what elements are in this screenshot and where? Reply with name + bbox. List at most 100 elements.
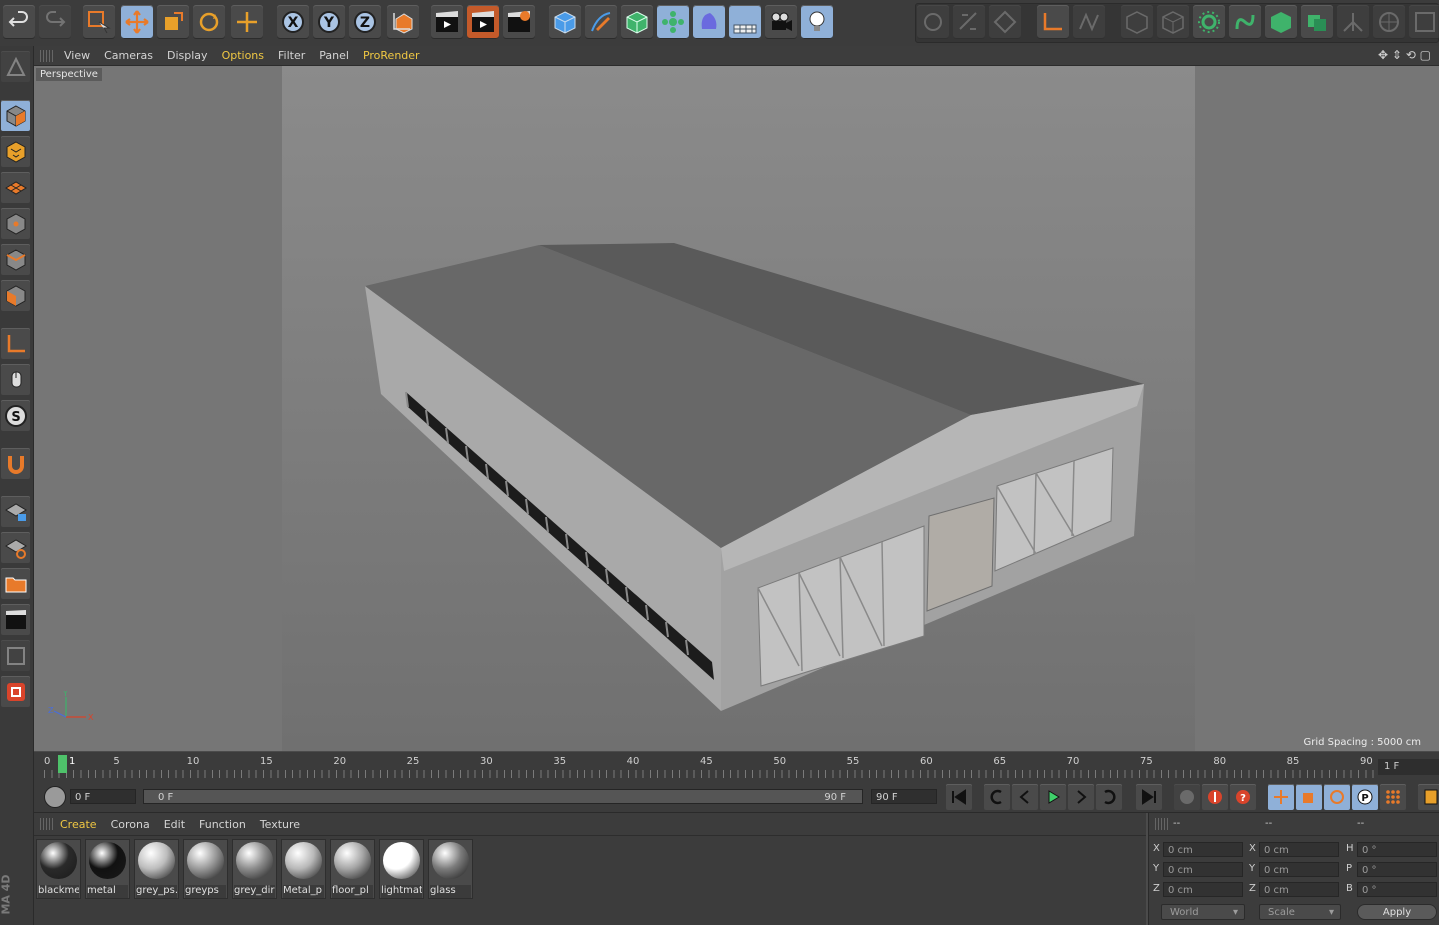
polygon-mode-icon[interactable] — [1121, 5, 1153, 39]
menu-create[interactable]: Create — [60, 818, 97, 831]
array-icon[interactable] — [657, 5, 689, 39]
coord-value-field[interactable]: 0 ° — [1357, 862, 1437, 877]
menu-view[interactable]: View — [64, 49, 90, 62]
frame-range-slider[interactable]: 0 F 90 F — [143, 789, 863, 804]
next-frame-icon[interactable] — [1068, 784, 1094, 810]
object-mode-icon[interactable] — [1, 100, 30, 131]
key-scale-icon[interactable] — [1296, 784, 1322, 810]
lathe-icon[interactable] — [1301, 5, 1333, 39]
keyframe-selection-icon[interactable]: ? — [1230, 784, 1256, 810]
autokey-icon[interactable] — [1202, 784, 1228, 810]
coord-value-field[interactable]: 0 ° — [1357, 842, 1437, 857]
timeline-ruler[interactable]: 1 1 F 0 5 10 15 20 25 30 35 40 45 50 55 60 65 70 75 80 85… — [34, 752, 1439, 782]
apply-button[interactable]: Apply — [1357, 904, 1437, 920]
material-swatch[interactable]: grey_ps. — [134, 839, 179, 899]
render-view-icon[interactable] — [431, 5, 463, 39]
edges-mode-icon[interactable] — [1, 244, 30, 275]
render-picture-viewer-icon[interactable] — [467, 5, 499, 39]
deformer-icon[interactable] — [693, 5, 725, 39]
material-swatch[interactable]: greyps — [183, 839, 228, 899]
key-point-level-icon[interactable] — [1380, 784, 1406, 810]
camera-icon[interactable] — [765, 5, 797, 39]
previous-key-icon[interactable] — [984, 784, 1010, 810]
coordinate-mode-dropdown[interactable]: World ▾ — [1161, 904, 1245, 920]
subdivision-icon[interactable] — [621, 5, 653, 39]
menu-filter[interactable]: Filter — [278, 49, 305, 62]
tweak-icon[interactable] — [1073, 5, 1105, 39]
layout-icon[interactable] — [1409, 5, 1439, 39]
points-mode-icon[interactable] — [1, 208, 30, 239]
cube-icon[interactable] — [549, 5, 581, 39]
light-icon[interactable] — [801, 5, 833, 39]
material-swatch[interactable]: glass — [428, 839, 473, 899]
go-to-start-icon[interactable] — [946, 784, 972, 810]
menu-cameras[interactable]: Cameras — [104, 49, 153, 62]
menu-display[interactable]: Display — [167, 49, 208, 62]
workplane-mode-icon[interactable] — [1, 172, 30, 203]
current-frame-marker[interactable] — [58, 755, 67, 773]
panel-grip[interactable] — [1155, 818, 1169, 830]
redo-icon[interactable] — [39, 5, 71, 39]
script-icon[interactable] — [1, 640, 30, 671]
menu-texture[interactable]: Texture — [260, 818, 300, 831]
render-settings-icon[interactable] — [503, 5, 535, 39]
coord-value-field[interactable]: 0 cm — [1163, 842, 1243, 857]
solo-icon[interactable]: S — [1, 400, 30, 431]
play-icon[interactable] — [1040, 784, 1066, 810]
menu-options[interactable]: Options — [222, 49, 264, 62]
z-axis-lock-icon[interactable]: Z — [349, 5, 381, 39]
key-rotation-icon[interactable] — [1324, 784, 1350, 810]
polygons-mode-icon[interactable] — [1, 280, 30, 311]
material-swatch[interactable]: blackme — [36, 839, 81, 899]
floor-icon[interactable] — [729, 5, 761, 39]
menu-prorender[interactable]: ProRender — [363, 49, 420, 62]
pen-spline-icon[interactable] — [585, 5, 617, 39]
next-key-icon[interactable] — [1096, 784, 1122, 810]
coordinate-system-icon[interactable] — [387, 5, 419, 39]
coord-value-field[interactable]: 0 cm — [1259, 882, 1339, 897]
model-icon[interactable] — [1, 51, 30, 82]
spline-wrap-icon[interactable] — [1229, 5, 1261, 39]
snapping-icon[interactable] — [953, 5, 985, 39]
end-frame-field[interactable]: 90 F — [871, 789, 937, 804]
coord-value-field[interactable]: 0 cm — [1163, 862, 1243, 877]
undo-icon[interactable] — [3, 5, 35, 39]
material-swatch[interactable]: Metal_p — [281, 839, 326, 899]
record-off-icon[interactable] — [1174, 784, 1200, 810]
timeline-settings-icon[interactable] — [44, 786, 66, 808]
panel-grip[interactable] — [40, 818, 54, 830]
panel-grip[interactable] — [40, 49, 54, 62]
menu-function[interactable]: Function — [199, 818, 246, 831]
key-position-icon[interactable] — [1268, 784, 1294, 810]
perspective-viewport[interactable]: Perspective Y X Z Grid Spacing: 5000 cm — [34, 66, 1439, 751]
coord-value-field[interactable]: 0 cm — [1259, 862, 1339, 877]
hangar-model[interactable] — [34, 66, 1439, 751]
menu-edit[interactable]: Edit — [164, 818, 185, 831]
tweak-mode-icon[interactable] — [1, 364, 30, 395]
material-swatch[interactable]: floor_pl — [330, 839, 375, 899]
hair-icon[interactable] — [1193, 5, 1225, 39]
render-region-icon[interactable] — [1, 604, 30, 635]
joint-icon[interactable] — [1337, 5, 1369, 39]
edit-render-icon[interactable] — [917, 5, 949, 39]
axis-modify-icon[interactable] — [1037, 5, 1069, 39]
plugin-icon[interactable] — [1, 676, 30, 707]
y-axis-lock-icon[interactable]: Y — [313, 5, 345, 39]
previous-frame-icon[interactable] — [1012, 784, 1038, 810]
x-axis-lock-icon[interactable]: X — [277, 5, 309, 39]
material-swatch[interactable]: lightmat — [379, 839, 424, 899]
enable-axis-icon[interactable] — [1, 328, 30, 359]
planar-workplane-icon[interactable] — [1, 532, 30, 563]
coord-value-field[interactable]: 0 ° — [1357, 882, 1437, 897]
sky-icon[interactable] — [1373, 5, 1405, 39]
go-to-end-icon[interactable] — [1136, 784, 1162, 810]
locked-workplane-icon[interactable] — [1, 496, 30, 527]
extrude-icon[interactable] — [1265, 5, 1297, 39]
model-mode-icon[interactable] — [1157, 5, 1189, 39]
menu-corona[interactable]: Corona — [111, 818, 150, 831]
viewport-nav-icons[interactable]: ✥ ⇕ ⟲ ▢ — [1378, 48, 1431, 62]
material-swatch[interactable]: metal — [85, 839, 130, 899]
snap-icon[interactable] — [1, 448, 30, 479]
workplane-icon[interactable] — [989, 5, 1021, 39]
current-frame-field[interactable]: 1 F — [1378, 759, 1439, 775]
